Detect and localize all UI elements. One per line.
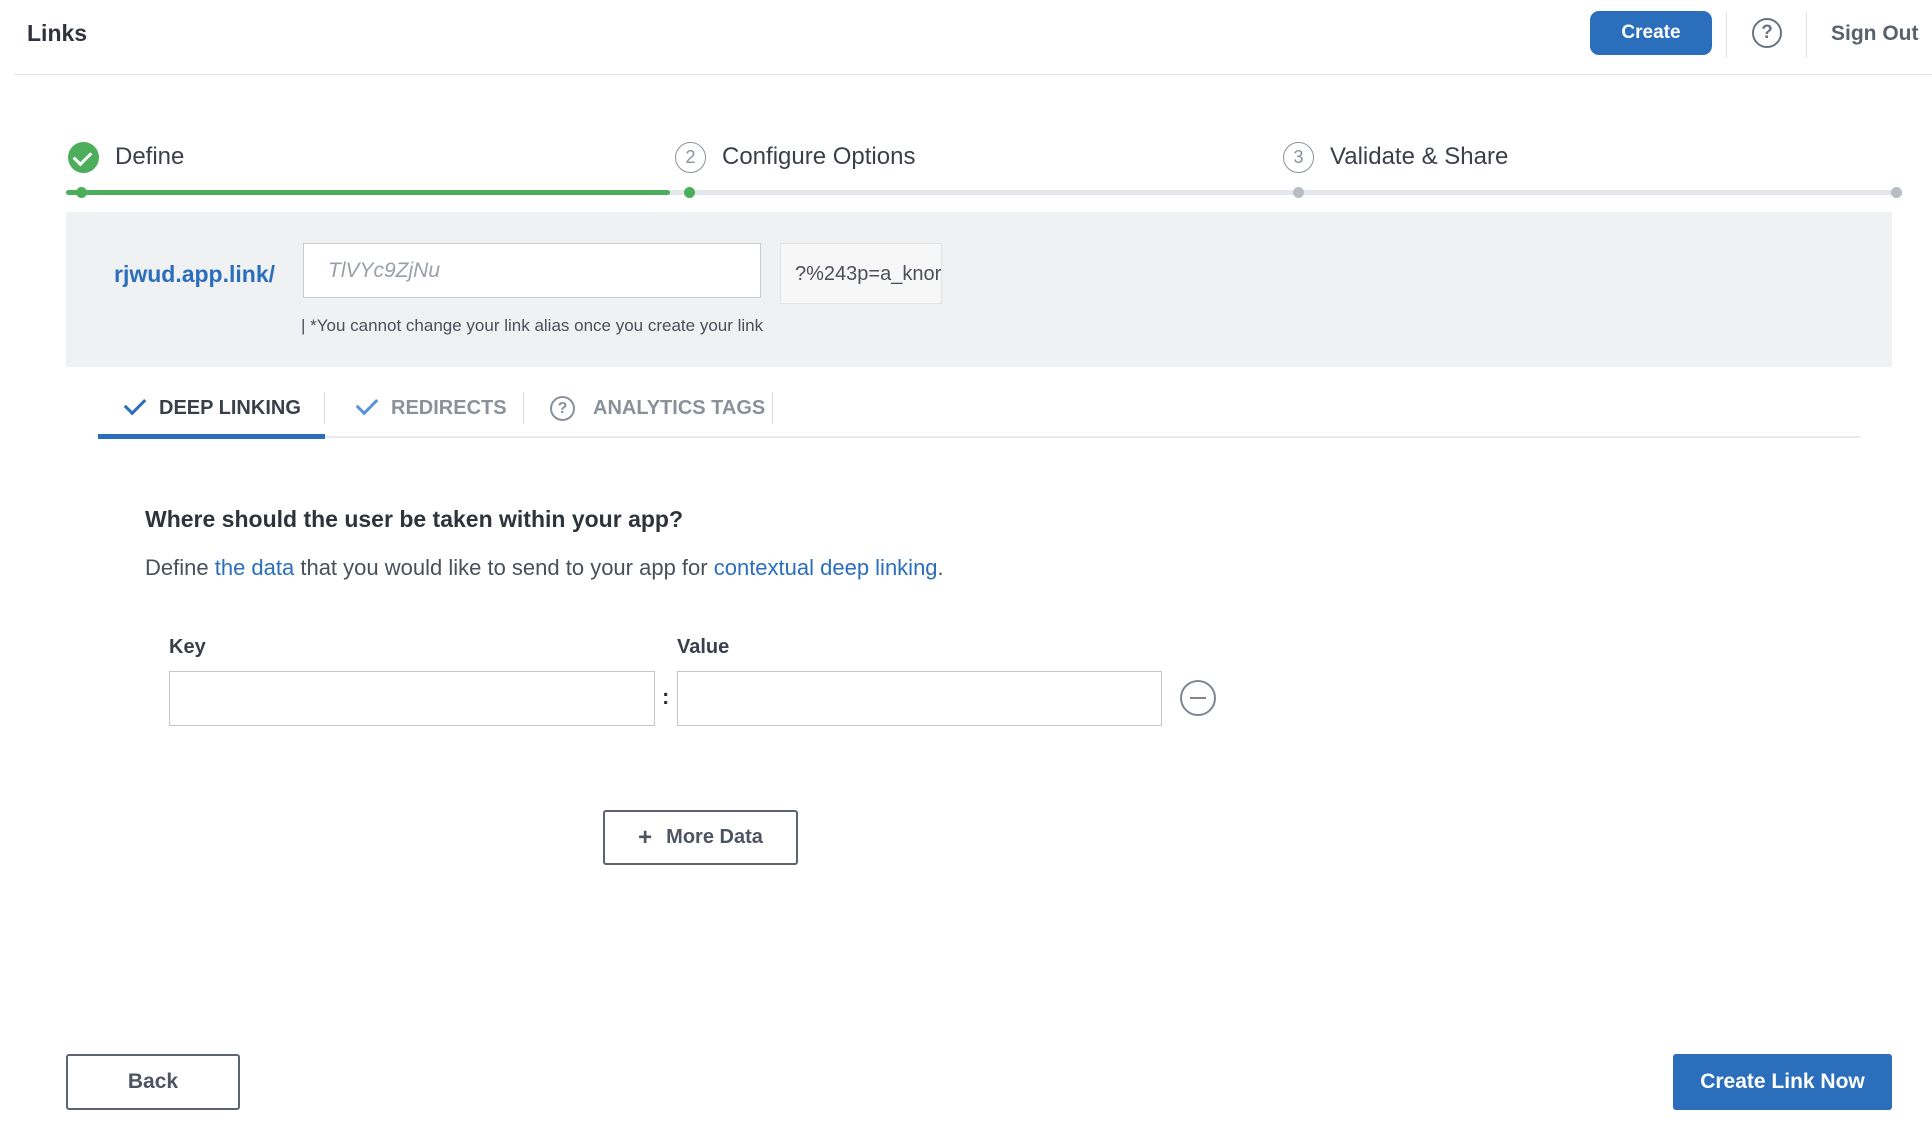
tab-analytics-tags[interactable]: ? ANALYTICS TAGS xyxy=(550,378,765,438)
desc-text: . xyxy=(937,555,944,580)
link-alias-input[interactable] xyxy=(303,243,761,298)
key-value-separator: : xyxy=(662,684,670,709)
step-validate-share[interactable]: 3 Validate & Share xyxy=(1283,141,1509,173)
link-query-suffix: ?%243p=a_knorex xyxy=(780,243,942,304)
header-divider xyxy=(1726,12,1727,58)
more-data-label: More Data xyxy=(666,826,763,848)
tab-label: DEEP LINKING xyxy=(159,396,301,419)
link-domain: rjwud.app.link/ xyxy=(114,261,276,287)
active-tab-indicator xyxy=(98,434,325,439)
tab-divider xyxy=(772,392,773,424)
progress-fill xyxy=(66,190,670,195)
check-circle-icon xyxy=(68,141,99,173)
step-number: 3 xyxy=(1283,141,1314,173)
key-input[interactable] xyxy=(169,671,655,726)
check-icon xyxy=(355,392,379,416)
more-data-button[interactable]: + More Data xyxy=(603,810,798,865)
step-label: Define xyxy=(115,143,185,170)
progress-dot xyxy=(1293,187,1304,198)
key-label: Key xyxy=(169,636,206,658)
step-label: Configure Options xyxy=(722,143,916,170)
progress-dot xyxy=(76,187,87,198)
tab-deep-linking[interactable]: DEEP LINKING xyxy=(123,378,301,438)
sign-out-link[interactable]: Sign Out xyxy=(1831,22,1919,46)
tab-label: ANALYTICS TAGS xyxy=(593,396,766,419)
help-icon[interactable]: ? xyxy=(1752,18,1782,48)
the-data-link[interactable]: the data xyxy=(215,555,295,580)
tab-redirects[interactable]: REDIRECTS xyxy=(355,378,507,438)
tab-bar: DEEP LINKING REDIRECTS ? ANALYTICS TAGS xyxy=(98,378,1860,439)
tab-divider xyxy=(523,392,524,424)
page-title: Links xyxy=(27,20,88,46)
plus-icon: + xyxy=(638,823,653,851)
step-label: Validate & Share xyxy=(1330,143,1509,170)
desc-text: Define xyxy=(145,555,215,580)
progress-dot xyxy=(684,187,695,198)
step-number: 2 xyxy=(675,141,706,173)
header-divider xyxy=(1806,12,1807,58)
back-button[interactable]: Back xyxy=(66,1054,240,1110)
step-define[interactable]: Define xyxy=(68,141,185,173)
question-circle-icon: ? xyxy=(550,395,575,421)
tab-divider xyxy=(324,392,325,424)
tab-label: REDIRECTS xyxy=(391,396,507,419)
contextual-deep-linking-link[interactable]: contextual deep linking xyxy=(714,555,938,580)
create-link-now-button[interactable]: Create Link Now xyxy=(1673,1054,1892,1110)
link-alias-panel: rjwud.app.link/ ?%243p=a_knorex | *You c… xyxy=(66,212,1892,367)
top-bar: Links Create ? Sign Out xyxy=(14,0,1932,75)
step-configure-options[interactable]: 2 Configure Options xyxy=(675,141,916,173)
section-question: Where should the user be taken within yo… xyxy=(145,506,684,532)
check-icon xyxy=(123,392,147,416)
desc-text: that you would like to send to your app … xyxy=(294,555,714,580)
value-label: Value xyxy=(677,636,730,658)
alias-note: | *You cannot change your link alias onc… xyxy=(301,316,764,335)
create-button[interactable]: Create xyxy=(1590,11,1712,55)
progress-dot xyxy=(1891,187,1902,198)
section-description: Define the data that you would like to s… xyxy=(145,555,944,581)
remove-row-icon[interactable] xyxy=(1180,680,1216,716)
value-input[interactable] xyxy=(677,671,1162,726)
progress-track xyxy=(66,190,1896,195)
